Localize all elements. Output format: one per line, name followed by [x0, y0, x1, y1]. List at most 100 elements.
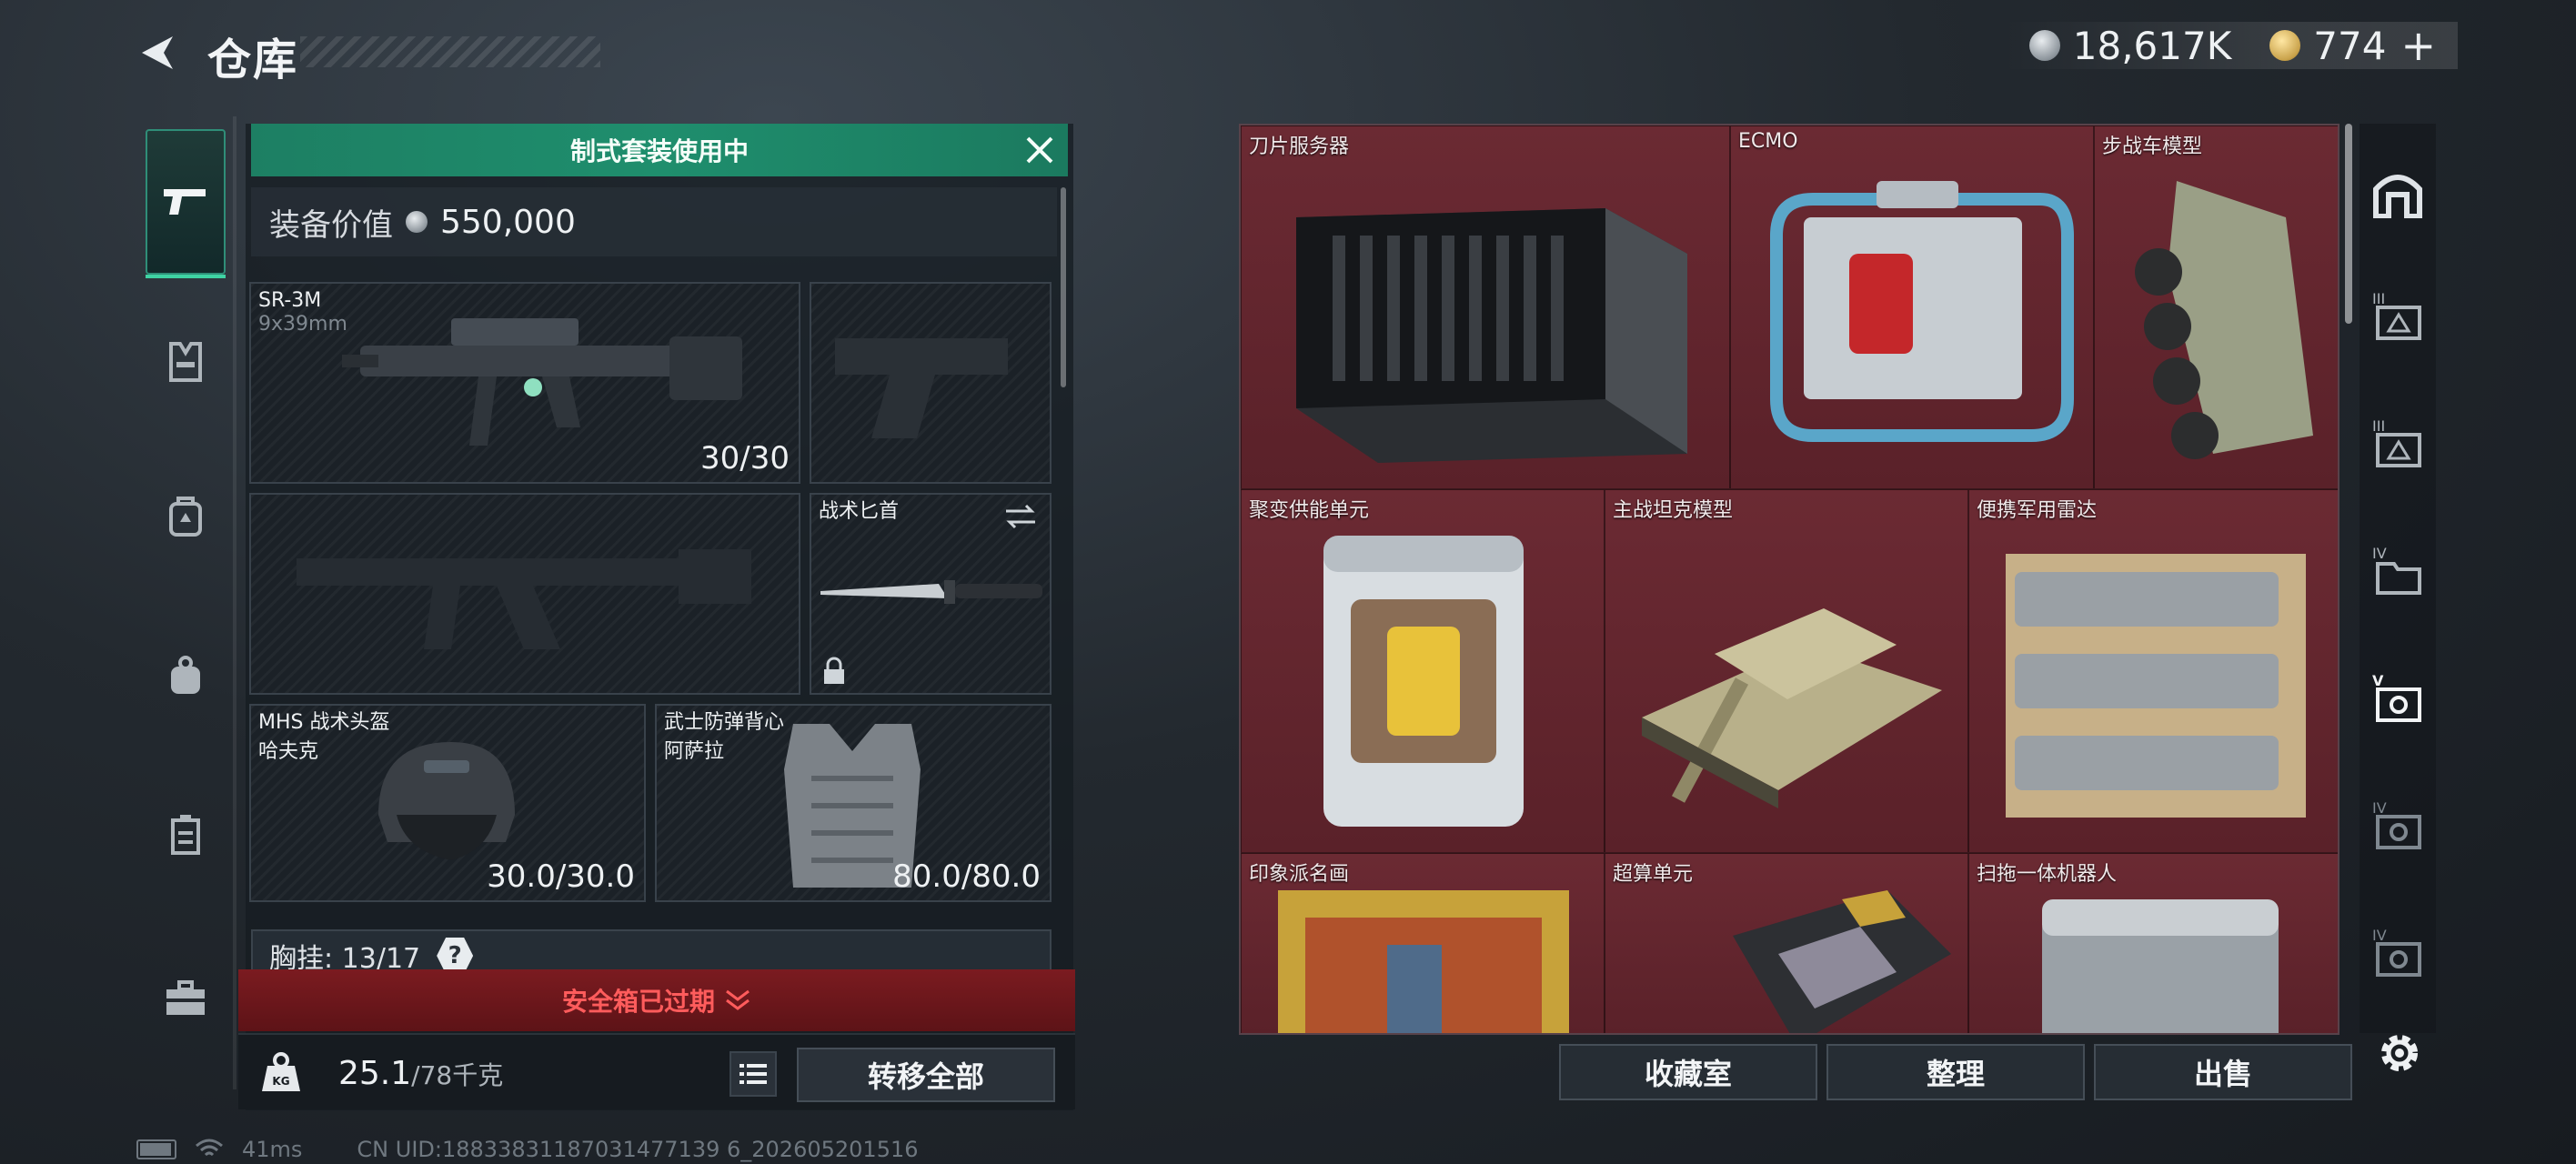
item-mopping-robot[interactable]: 扫拖一体机器人	[1968, 853, 2338, 1033]
tab-box-4[interactable]: IV	[2369, 542, 2427, 600]
safebox-expired-text: 安全箱已过期	[561, 987, 715, 1017]
knife-slot[interactable]: 战术匕首	[810, 493, 1052, 695]
svg-text:III: III	[2372, 417, 2385, 435]
armor-slot[interactable]: 武士防弹背心 阿萨拉 80.0/80.0	[655, 704, 1052, 902]
lock-icon	[824, 657, 844, 684]
nav-chest-rig[interactable]	[146, 298, 226, 426]
tank-model-image	[1642, 608, 1942, 808]
case-icon	[171, 815, 200, 855]
add-currency-button[interactable]: +	[2400, 21, 2436, 70]
pistol-icon	[164, 189, 206, 215]
gold-coin-icon	[2269, 30, 2301, 61]
backpack-icon	[169, 497, 202, 537]
nav-weapons[interactable]	[146, 129, 226, 278]
double-chevron-down-icon	[726, 989, 750, 1010]
transfer-all-button[interactable]: 转移全部	[797, 1048, 1055, 1102]
secondary-weapon-slot-empty[interactable]	[249, 493, 800, 695]
equipment-category-nav	[136, 116, 236, 1089]
item-name: 主战坦克模型	[1613, 499, 1734, 522]
weight-kg-icon: KG	[262, 1052, 300, 1091]
sidearm-slot-empty[interactable]	[810, 282, 1052, 484]
tab-crate-4a[interactable]: IV	[2369, 797, 2427, 855]
item-portable-radar[interactable]: 便携军用雷达	[1968, 489, 2338, 853]
ecmo-image	[1770, 181, 2074, 442]
wifi-icon	[196, 1139, 223, 1157]
tab-container-1[interactable]: III	[2369, 287, 2427, 346]
help-icon[interactable]: ?	[437, 938, 474, 974]
tier3-container-icon: III	[2372, 417, 2421, 467]
warehouse-page-tabs: III III IV V IV IV	[2360, 124, 2436, 1033]
warehouse-scrollbar[interactable]	[2345, 124, 2352, 324]
pouch-icon	[171, 656, 200, 694]
settings-gear-icon[interactable]	[2374, 1028, 2425, 1079]
tab-container-2[interactable]: III	[2369, 415, 2427, 473]
toolbox-icon	[166, 980, 205, 1015]
fusion-unit-image	[1323, 536, 1524, 827]
item-supercomputing-unit[interactable]: 超算单元	[1605, 853, 1968, 1033]
list-view-button[interactable]	[730, 1051, 777, 1097]
primary-weapon-ammo: 30/30	[700, 440, 790, 477]
tab-crate-5-active[interactable]: V	[2369, 669, 2427, 728]
tier4-crate-icon: IV	[2372, 927, 2421, 977]
gold-amount: 774	[2313, 23, 2387, 68]
kit-banner-text: 制式套装使用中	[569, 136, 749, 166]
rifle-silhouette	[297, 549, 751, 649]
organize-button[interactable]: 整理	[1826, 1044, 2085, 1100]
close-icon[interactable]	[1022, 133, 1057, 167]
radar-image	[2006, 554, 2306, 818]
item-fusion-power-unit[interactable]: 聚变供能单元	[1241, 489, 1605, 853]
nav-backpack[interactable]	[146, 453, 226, 580]
armor-durability: 80.0/80.0	[892, 858, 1041, 895]
svg-text:V: V	[2372, 672, 2384, 689]
pistol-silhouette	[835, 338, 1008, 438]
mopping-robot-image	[2042, 899, 2279, 1033]
weight-current: 25.1	[338, 1055, 412, 1092]
primary-weapon-name: SR-3M	[258, 289, 322, 312]
svg-text:IV: IV	[2372, 545, 2387, 562]
sell-button[interactable]: 出售	[2094, 1044, 2352, 1100]
silver-coin-icon	[406, 211, 428, 233]
nav-secure-case[interactable]	[146, 771, 226, 898]
back-arrow-icon[interactable]	[136, 31, 180, 75]
item-blade-server[interactable]: 刀片服务器	[1241, 125, 1730, 489]
safebox-expired-banner[interactable]: 安全箱已过期	[238, 969, 1075, 1031]
helmet-durability: 30.0/30.0	[487, 858, 635, 895]
home-icon	[2373, 175, 2422, 218]
tab-crate-4b[interactable]: IV	[2369, 924, 2427, 982]
tier4-crate-icon: IV	[2372, 799, 2421, 849]
rig-icon	[169, 342, 202, 382]
nav-pouch[interactable]	[146, 612, 226, 739]
helmet-slot[interactable]: MHS 战术头盔 哈夫克 30.0/30.0	[249, 704, 646, 902]
svg-text:III: III	[2372, 290, 2385, 307]
tier5-crate-icon: V	[2372, 672, 2421, 722]
weight-bar: KG 25.1/78千克 转移全部	[238, 1033, 1075, 1109]
armor-name: 武士防弹背心	[664, 711, 785, 734]
item-ifv-model[interactable]: 步战车模型	[2094, 125, 2338, 489]
equipment-scrollbar[interactable]	[1061, 187, 1066, 387]
armor-brand: 阿萨拉	[664, 740, 725, 763]
supercomputer-image	[1733, 890, 1951, 1033]
primary-weapon-caliber: 9x39mm	[258, 313, 347, 336]
item-name: 印象派名画	[1249, 863, 1350, 886]
nav-toolbox[interactable]	[146, 935, 226, 1062]
item-ecmo[interactable]: ECMO	[1730, 125, 2094, 489]
tab-home[interactable]	[2369, 164, 2427, 222]
collection-room-button[interactable]: 收藏室	[1559, 1044, 1817, 1100]
helmet-brand: 哈夫克	[258, 740, 319, 763]
swap-icon[interactable]	[1004, 504, 1037, 529]
ping-text: 41ms	[242, 1137, 303, 1162]
system-status-bar: 41ms CN UID:18833831187031477139 6_20260…	[136, 1137, 919, 1162]
item-mbt-model[interactable]: 主战坦克模型	[1605, 489, 1968, 853]
warehouse-grid: 刀片服务器 ECMO 步战车模型 聚变供能单元 主战坦克模型 便携军用雷达 印象…	[1239, 124, 2340, 1035]
ifv-model-image	[2135, 181, 2313, 459]
item-impressionist-painting[interactable]: 印象派名画	[1241, 853, 1605, 1033]
title-decoration	[300, 36, 600, 67]
item-name: 便携军用雷达	[1977, 499, 2098, 522]
currency-bar: 18,617K 774 +	[2003, 21, 2458, 70]
silver-amount: 18,617K	[2072, 23, 2232, 68]
svg-text:IV: IV	[2372, 799, 2387, 817]
primary-weapon-slot[interactable]: SR-3M 9x39mm 30/30	[249, 282, 800, 484]
item-name: 步战车模型	[2102, 135, 2203, 158]
tier3-container-icon: III	[2372, 290, 2421, 340]
rifle-image	[342, 318, 742, 446]
